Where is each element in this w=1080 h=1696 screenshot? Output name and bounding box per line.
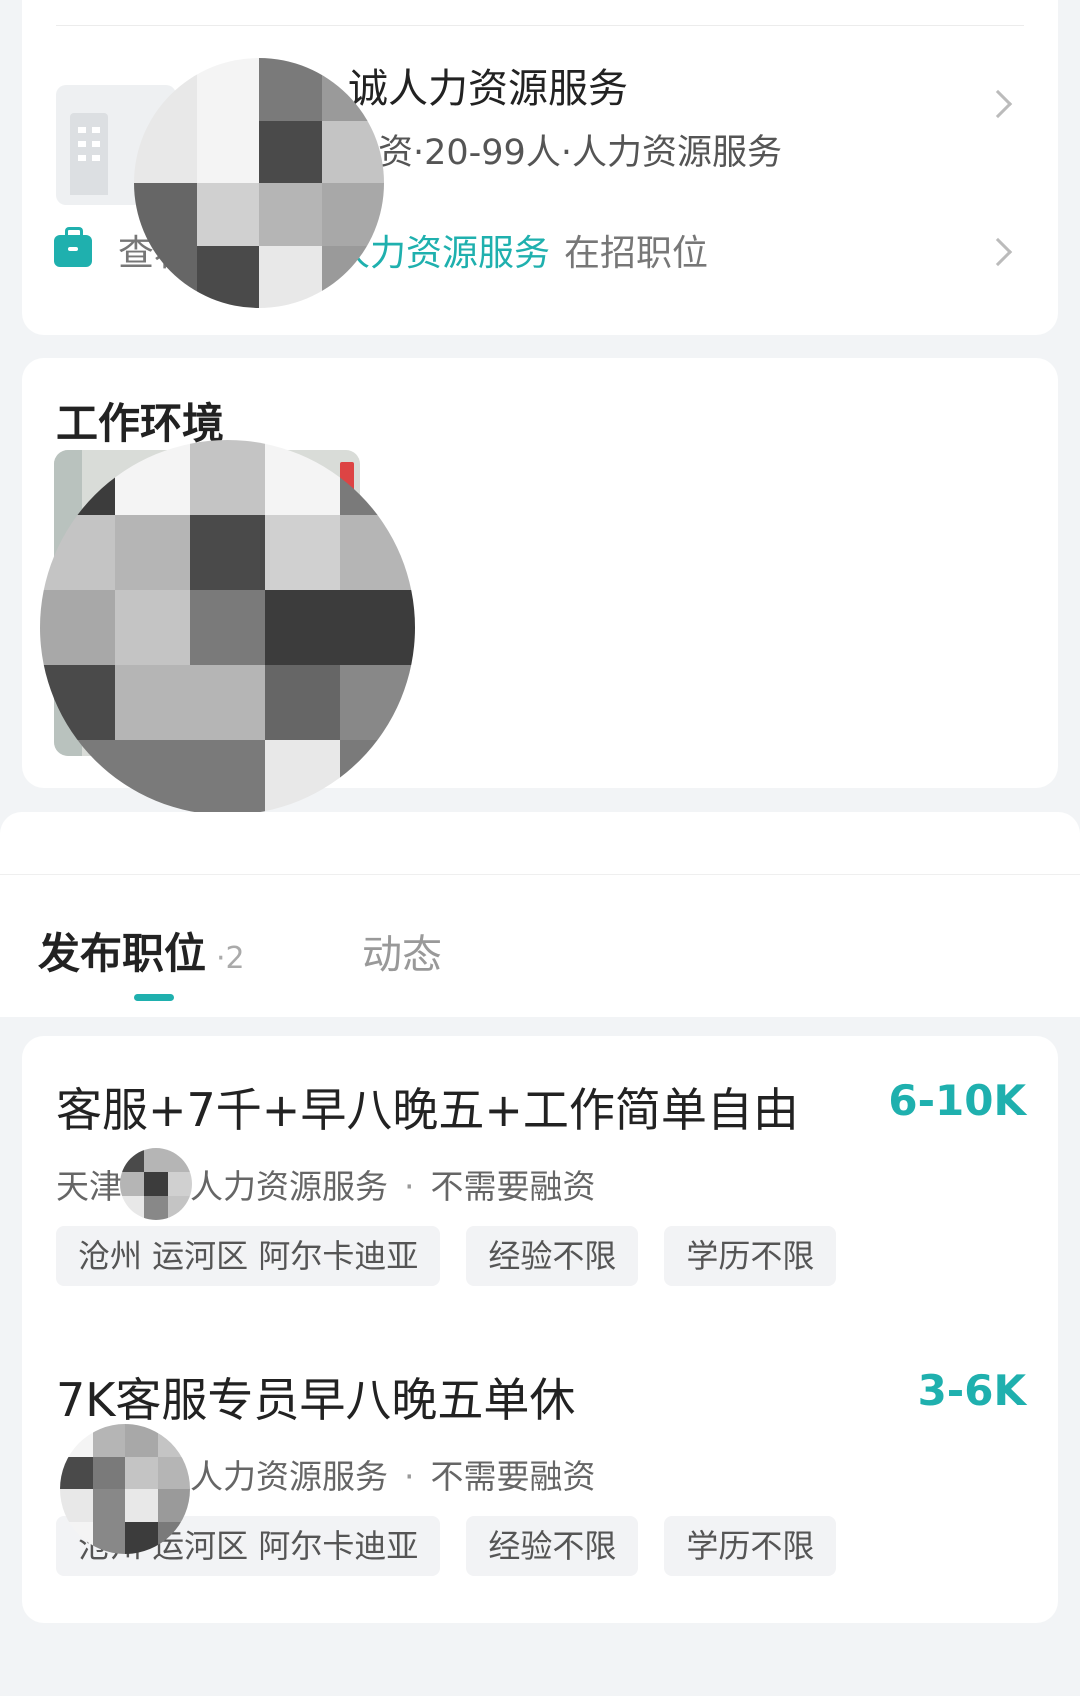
mosaic-tile xyxy=(190,515,265,590)
mosaic-redaction xyxy=(60,1424,190,1554)
mosaic-tile xyxy=(92,1424,125,1457)
mosaic-tile xyxy=(125,1489,158,1522)
chevron-right-icon[interactable] xyxy=(983,237,1013,267)
tag-education: 学历不限 xyxy=(664,1516,837,1576)
mosaic-tile xyxy=(144,1172,168,1196)
mosaic-tile xyxy=(196,120,259,183)
mosaic-tile xyxy=(190,740,265,815)
briefcase-icon xyxy=(54,227,92,267)
building-icon xyxy=(70,113,108,195)
tab-label: 发布职位 xyxy=(38,929,207,978)
tag-location: 沧州 运河区 阿尔卡迪亚 xyxy=(56,1226,441,1286)
tag-education: 学历不限 xyxy=(664,1226,837,1286)
divider xyxy=(56,25,1024,26)
mosaic-redaction xyxy=(120,1148,192,1220)
company-industry: 人力资源服务 xyxy=(190,1167,388,1206)
mosaic-tile xyxy=(265,740,340,815)
job-title: 7K客服专员早八晚五单休 xyxy=(56,1373,576,1427)
mosaic-tile xyxy=(340,590,415,665)
mosaic-tile xyxy=(265,665,340,740)
mosaic-tile xyxy=(40,590,115,665)
mosaic-tile xyxy=(115,740,190,815)
chevron-right-icon[interactable] xyxy=(983,89,1013,119)
job-tags: 沧州 运河区 阿尔卡迪亚 经验不限 学历不限 xyxy=(56,1226,837,1286)
mosaic-tile xyxy=(190,440,265,515)
tab-count: ·2 xyxy=(216,941,245,976)
job-list: 客服+7千+早八晚五+工作简单自由 6-10K 天津 人力资源服务 · 不需要融资 沧… xyxy=(22,1036,1058,1623)
mosaic-tile xyxy=(190,590,265,665)
mosaic-tile xyxy=(120,1172,144,1196)
tab-bar: 发布职位 ·2 动态 xyxy=(0,812,1080,1017)
mosaic-tile xyxy=(144,1148,168,1172)
separator-dot: · xyxy=(404,1167,415,1206)
tab-moments[interactable]: 动态 xyxy=(362,922,442,980)
mosaic-tile xyxy=(265,515,340,590)
mosaic-tile xyxy=(125,1456,158,1489)
company-name[interactable]: 诚人力资源服务 xyxy=(348,56,628,114)
mosaic-redaction xyxy=(40,440,415,815)
tag-experience: 经验不限 xyxy=(466,1226,639,1286)
mosaic-tile xyxy=(168,1172,192,1196)
mosaic-tile xyxy=(60,1456,93,1489)
active-tab-indicator xyxy=(134,994,174,1001)
mosaic-tile xyxy=(144,1196,168,1220)
mosaic-tile xyxy=(265,590,340,665)
company-funding: 不需要融资 xyxy=(430,1167,596,1206)
view-jobs-suffix: 在招职位 xyxy=(564,233,709,274)
job-salary: 3-6K xyxy=(917,1366,1026,1415)
company-meta: 资·20-99人·人力资源服务 xyxy=(378,133,782,173)
separator-dot: · xyxy=(404,1457,415,1496)
mosaic-tile xyxy=(196,183,259,246)
mosaic-tile xyxy=(115,590,190,665)
mosaic-tile xyxy=(92,1456,125,1489)
mosaic-redaction xyxy=(134,58,384,308)
company-funding: 不需要融资 xyxy=(430,1457,596,1496)
mosaic-tile xyxy=(259,183,322,246)
tag-experience: 经验不限 xyxy=(466,1516,639,1576)
tab-posted-jobs[interactable]: 发布职位 ·2 xyxy=(38,920,245,981)
mosaic-tile xyxy=(115,515,190,590)
divider xyxy=(0,874,1080,875)
job-salary: 6-10K xyxy=(888,1076,1026,1125)
mosaic-tile xyxy=(92,1489,125,1522)
mosaic-tile xyxy=(259,120,322,183)
job-title: 客服+7千+早八晚五+工作简单自由 xyxy=(56,1083,799,1137)
mosaic-tile xyxy=(190,665,265,740)
company-prefix: 天津 xyxy=(56,1167,122,1206)
mosaic-tile xyxy=(115,665,190,740)
company-industry: 人力资源服务 xyxy=(190,1457,388,1496)
